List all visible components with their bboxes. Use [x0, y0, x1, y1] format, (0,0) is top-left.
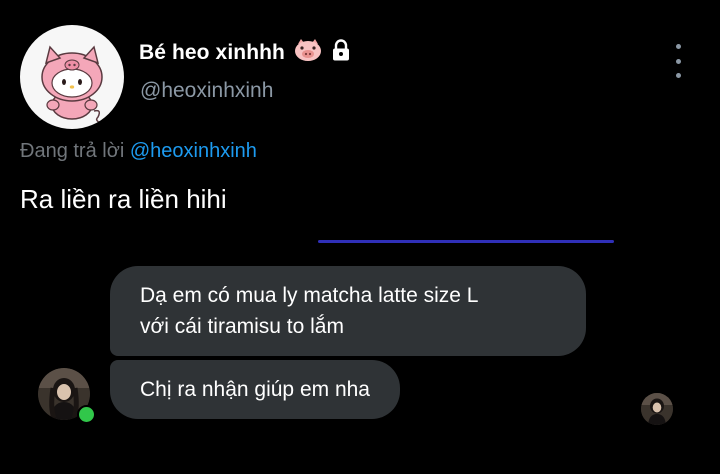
read-receipt-avatar [641, 393, 673, 425]
display-name: Bé heo xinhhh [139, 41, 285, 64]
pig-face-icon [293, 38, 323, 68]
online-status-indicator [77, 405, 96, 424]
tweet-text: Ra liền ra liền hihi [20, 184, 227, 214]
reply-mention-link[interactable]: @heoxinhxinh [130, 140, 257, 162]
replying-to-line: Đang trả lời @heoxinhxinh [20, 140, 257, 163]
profile-name-row: Bé heo xinhhh [139, 38, 351, 68]
message-bubble[interactable]: Dạ em có mua ly matcha latte size L với … [110, 266, 586, 356]
profile-avatar[interactable] [20, 25, 124, 129]
message-line: Chị ra nhận giúp em nha [140, 378, 370, 401]
lock-icon [331, 39, 351, 67]
message-line: với cái tiramisu to lắm [140, 315, 344, 338]
divider [318, 240, 614, 243]
hello-kitty-pig-illustration [41, 45, 103, 124]
replying-to-label: Đang trả lời [20, 140, 125, 162]
profile-handle[interactable]: @heoxinhxinh [140, 79, 273, 103]
message-bubble[interactable]: Chị ra nhận giúp em nha [110, 360, 400, 419]
more-vertical-icon[interactable] [667, 44, 689, 78]
sender-avatar[interactable] [38, 368, 96, 424]
message-line: Dạ em có mua ly matcha latte size L [140, 284, 479, 307]
